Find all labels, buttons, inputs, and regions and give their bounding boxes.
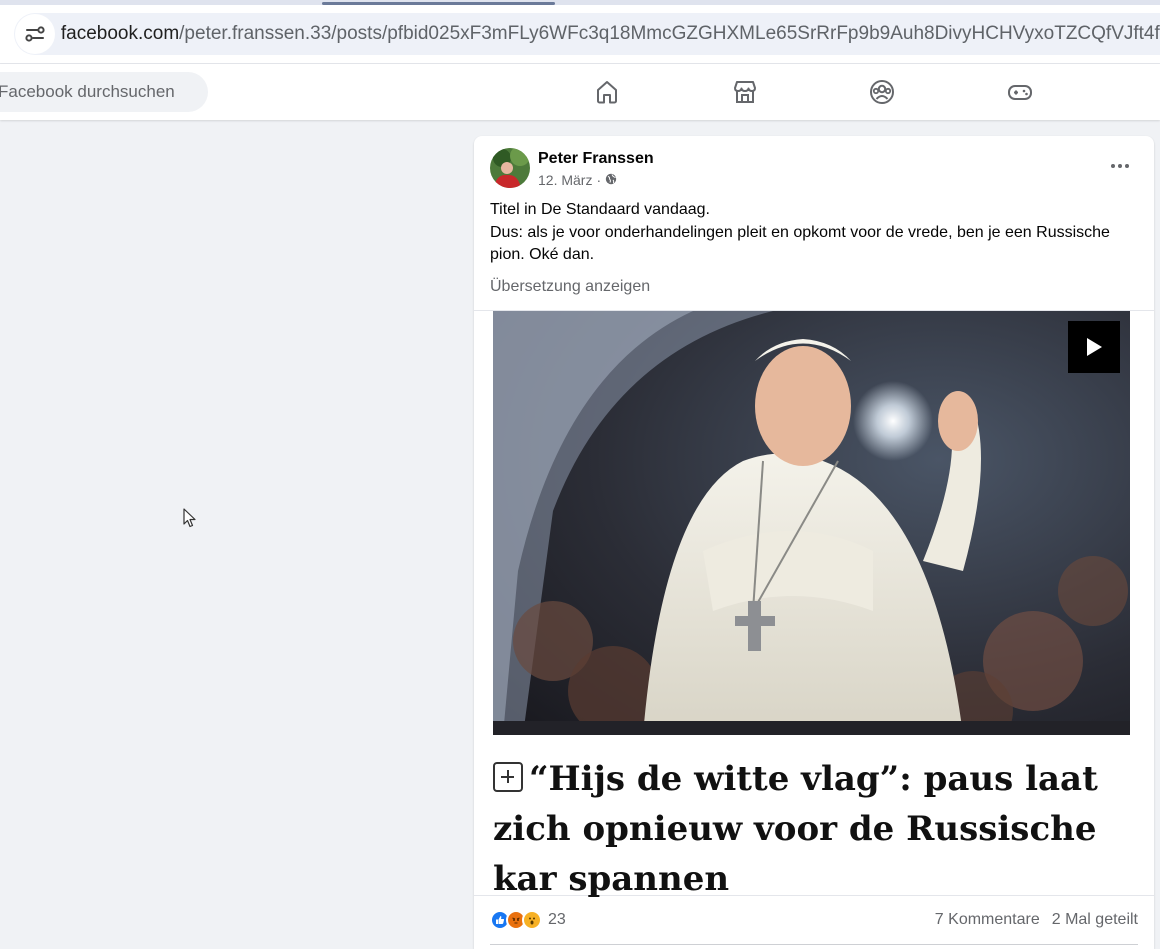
post-date[interactable]: 12. März <box>538 172 592 188</box>
article-headline[interactable]: “Hijs de witte vlag”: paus laat zich opn… <box>493 754 1133 904</box>
address-bar[interactable]: facebook.com/peter.franssen.33/posts/pfb… <box>14 13 1160 55</box>
reaction-icons[interactable] <box>490 910 542 930</box>
comments-count-link[interactable]: 7 Kommentare <box>935 911 1040 929</box>
groups-icon[interactable] <box>866 76 898 108</box>
mouse-cursor-icon <box>183 508 197 533</box>
search-placeholder: Facebook durchsuchen <box>0 82 175 101</box>
url-domain: facebook.com <box>60 23 180 44</box>
post-text-line-1: Titel in De Standaard vandaag. <box>490 201 710 218</box>
meta-separator: · <box>596 172 602 188</box>
tab-strip <box>0 0 1160 5</box>
author-avatar[interactable] <box>490 148 530 188</box>
author-name[interactable]: Peter Franssen <box>538 150 654 168</box>
post-card: Peter Franssen 12. März · Titel in De St… <box>474 136 1154 949</box>
globe-icon <box>605 172 617 188</box>
reactions-bar: 23 7 Kommentare 2 Mal geteilt <box>490 906 1138 934</box>
marketplace-icon[interactable] <box>729 76 761 108</box>
reaction-count[interactable]: 23 <box>548 911 566 929</box>
show-translation-link[interactable]: Übersetzung anzeigen <box>490 278 650 296</box>
site-settings-icon[interactable] <box>15 14 55 54</box>
more-options-icon[interactable] <box>1104 152 1136 180</box>
shares-count-link[interactable]: 2 Mal geteilt <box>1052 911 1138 929</box>
engagement-stats: 7 Kommentare 2 Mal geteilt <box>935 911 1138 929</box>
search-input[interactable]: Facebook durchsuchen <box>0 72 208 112</box>
url-path: /peter.franssen.33/posts/pfbid025xF3mFLy… <box>179 23 1160 44</box>
post-text: Titel in De Standaard vandaag. Dus: als … <box>490 199 1140 267</box>
wow-reaction-icon <box>522 910 542 930</box>
post-meta: 12. März · <box>538 172 617 188</box>
url-text[interactable]: facebook.com/peter.franssen.33/posts/pfb… <box>61 23 1160 45</box>
home-icon[interactable] <box>591 76 623 108</box>
browser-toolbar: facebook.com/peter.franssen.33/posts/pfb… <box>0 0 1160 64</box>
article-photo[interactable] <box>493 311 1130 735</box>
post-text-line-2: Dus: als je voor onderhandelingen pleit … <box>490 223 1110 264</box>
plus-box-icon <box>493 762 523 792</box>
gaming-icon[interactable] <box>1004 76 1036 108</box>
play-icon[interactable] <box>1068 321 1120 373</box>
active-tab-indicator[interactable] <box>322 2 555 5</box>
action-divider <box>490 944 1138 945</box>
link-preview[interactable]: “Hijs de witte vlag”: paus laat zich opn… <box>474 310 1154 899</box>
headline-text: “Hijs de witte vlag”: paus laat zich opn… <box>493 759 1098 899</box>
facebook-top-nav: Facebook durchsuchen <box>0 64 1160 120</box>
